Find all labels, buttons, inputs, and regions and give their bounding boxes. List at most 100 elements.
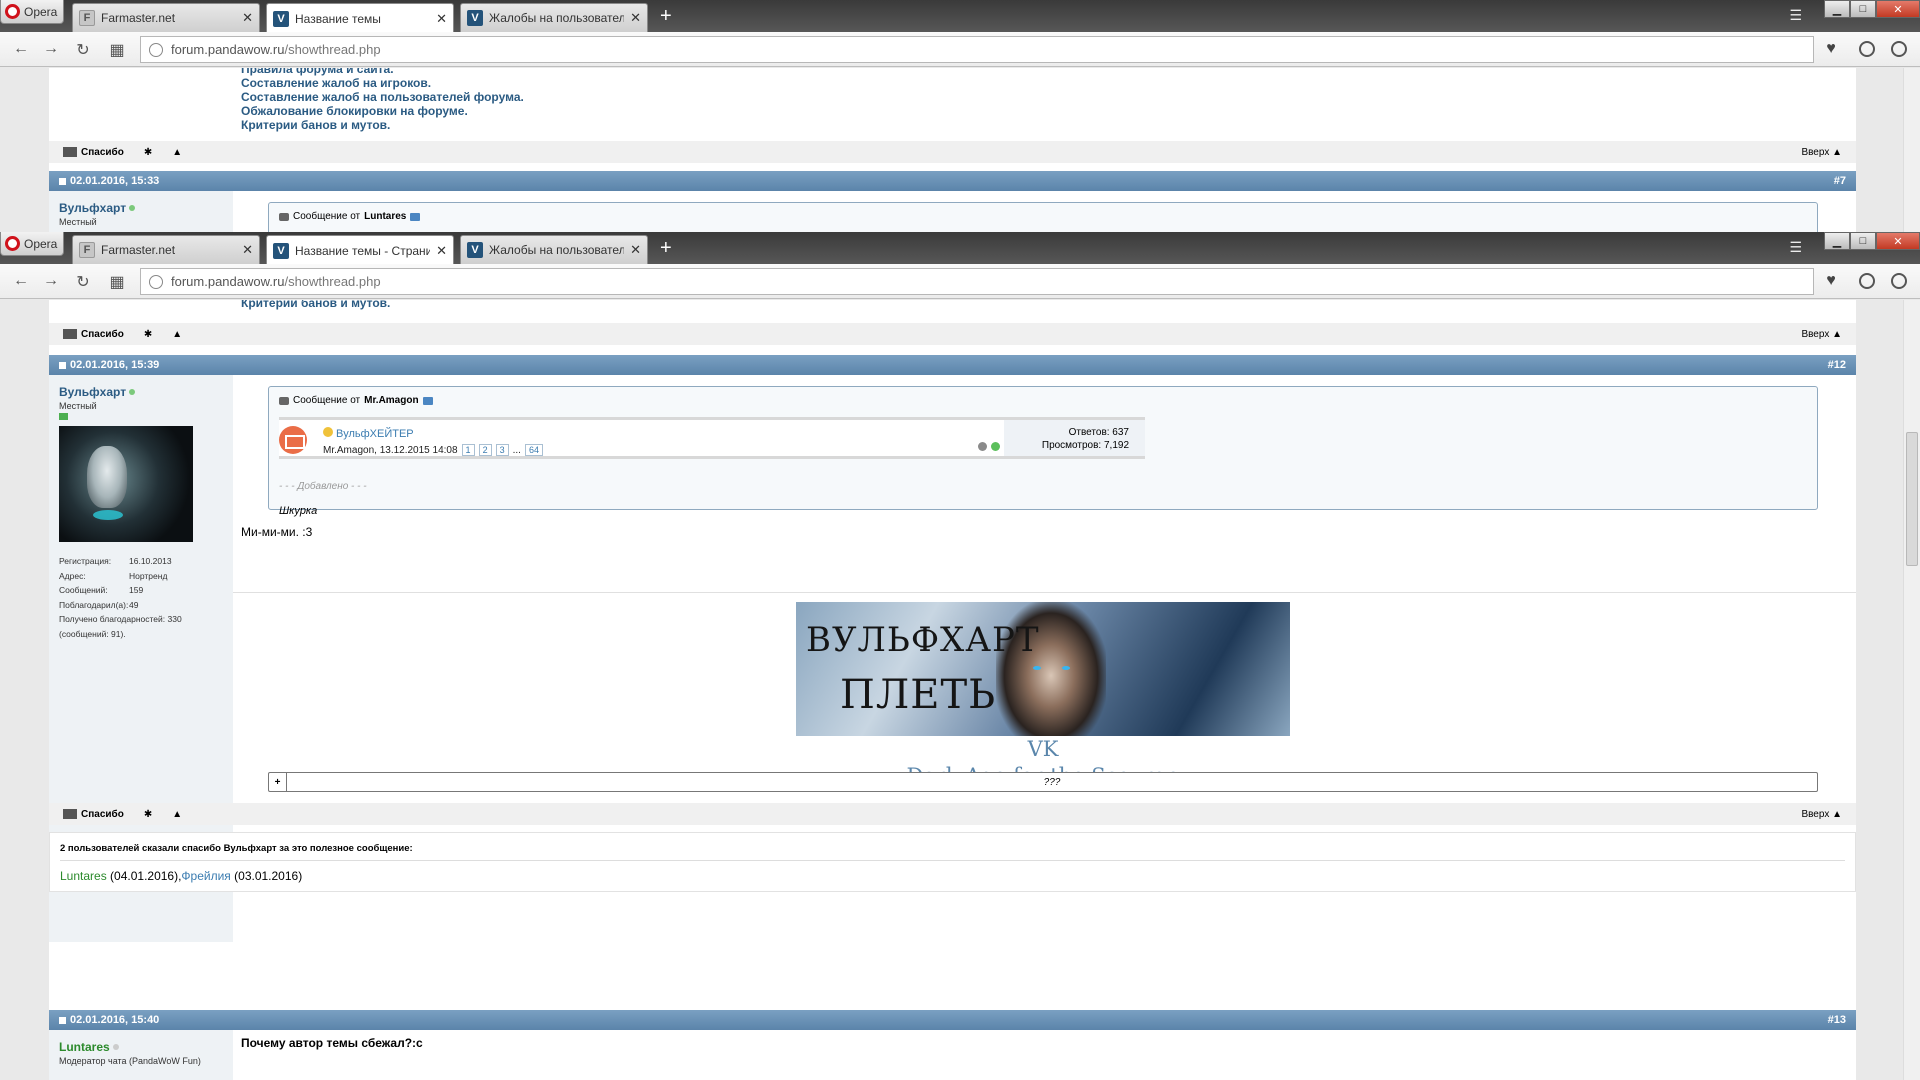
download-icon[interactable] [1856, 270, 1878, 292]
link-rules[interactable]: Правила форума и сайта. [241, 68, 524, 76]
page-link[interactable]: 3 [495, 444, 509, 456]
thanks-user-link[interactable]: Фрейлия [181, 869, 230, 883]
thread-title-link[interactable]: ВульфХЕЙТЕР [336, 428, 414, 440]
back-icon[interactable]: ← [10, 40, 32, 58]
thanks-user-link[interactable]: Luntares [60, 869, 107, 883]
back-icon[interactable]: ← [10, 272, 32, 290]
forum-favicon-icon: V [273, 242, 289, 259]
post-number[interactable]: #12 [1828, 359, 1846, 371]
opera-menu-button[interactable]: Opera [0, 232, 64, 256]
window-controls: ☰ ▁ □ ✕ [1789, 232, 1920, 256]
post-message: Ми-ми-ми. :3 [241, 525, 313, 539]
scrollbar-top[interactable] [1903, 68, 1920, 232]
page-link[interactable]: 64 [524, 444, 543, 456]
username[interactable]: Вульфхарт [59, 201, 126, 215]
minimize-icon[interactable]: ▁ [1824, 0, 1850, 18]
tab-menu-icon[interactable]: ☰ [1789, 239, 1802, 256]
forward-icon[interactable]: → [40, 272, 62, 290]
report-icon[interactable]: ▲ [172, 809, 182, 820]
user-rank: Местный [59, 217, 97, 227]
url-field[interactable]: forum.pandawow.ru/showthread.php [140, 36, 1814, 63]
thanks-icon [63, 329, 77, 339]
tab-thread-active[interactable]: V Название темы ✕ [266, 3, 454, 33]
page-content-top: Правила форума и сайта. Составление жало… [0, 68, 1920, 232]
close-window-icon[interactable]: ✕ [1876, 232, 1920, 250]
download-icon[interactable] [1856, 38, 1878, 60]
speed-dial-icon[interactable]: ▦ [106, 40, 128, 60]
post-number[interactable]: #7 [1834, 175, 1846, 187]
avatar [59, 426, 193, 542]
thanks-header: 2 пользователей сказали спасибо Вульфхар… [60, 843, 1845, 861]
smiley-icon [323, 427, 333, 437]
tab-farmaster[interactable]: F Farmaster.net ✕ [72, 235, 260, 264]
post-header-12: 02.01.2016, 15:39 #12 [49, 355, 1856, 375]
go-top-link[interactable]: Вверх ▲ [1801, 147, 1842, 158]
reputation-icon[interactable]: ✱ [144, 147, 152, 158]
url-field[interactable]: forum.pandawow.ru/showthread.php [140, 268, 1814, 295]
maximize-icon[interactable]: □ [1850, 232, 1876, 250]
tab-menu-icon[interactable]: ☰ [1789, 7, 1802, 24]
link-ban-criteria[interactable]: Критерии банов и мутов. [241, 300, 390, 310]
opera-logo-icon [5, 236, 20, 251]
forward-icon[interactable]: → [40, 40, 62, 58]
tab-farmaster[interactable]: F Farmaster.net ✕ [72, 3, 260, 32]
page-link[interactable]: 1 [461, 444, 475, 456]
url-host: forum.pandawow.ru [171, 42, 285, 57]
post-header-13: 02.01.2016, 15:40 #13 [49, 1010, 1856, 1030]
new-tab-icon[interactable]: + [660, 6, 672, 26]
spoiler-expand-icon[interactable]: + [269, 773, 287, 791]
username[interactable]: Luntares [59, 1040, 110, 1054]
account-icon[interactable] [1888, 38, 1910, 60]
link-ban-criteria[interactable]: Критерии банов и мутов. [241, 118, 524, 132]
thread-stats: Ответов: 637 Просмотров: 7,192 [1004, 420, 1145, 456]
minimize-icon[interactable]: ▁ [1824, 232, 1850, 250]
maximize-icon[interactable]: □ [1850, 0, 1876, 18]
heart-icon[interactable]: ♥ [1820, 38, 1842, 60]
user-rank: Модератор чата (PandaWoW Fun) [59, 1056, 201, 1066]
url-path: /showthread.php [284, 42, 381, 57]
username[interactable]: Вульфхарт [59, 385, 126, 399]
report-icon[interactable]: ▲ [172, 147, 182, 158]
page-link[interactable]: 2 [478, 444, 492, 456]
go-top-link[interactable]: Вверх ▲ [1801, 809, 1842, 820]
speed-dial-icon[interactable]: ▦ [106, 272, 128, 292]
post-number[interactable]: #13 [1828, 1014, 1846, 1026]
forum-favicon-icon: V [467, 10, 483, 26]
view-post-icon[interactable] [422, 396, 433, 405]
link-appeal[interactable]: Обжалование блокировки на форуме. [241, 104, 524, 118]
forum-favicon-icon: V [467, 242, 483, 258]
link-user-complaints[interactable]: Составление жалоб на пользователей форум… [241, 90, 524, 104]
signature-vk-link[interactable]: VK [796, 736, 1290, 763]
reputation-icon[interactable]: ✱ [144, 809, 152, 820]
account-icon[interactable] [1888, 270, 1910, 292]
opera-label: Opera [24, 4, 58, 19]
spoiler-box[interactable]: + ??? [268, 772, 1818, 792]
close-window-icon[interactable]: ✕ [1876, 0, 1920, 18]
reputation-icon[interactable]: ✱ [144, 329, 152, 340]
scrollbar-bottom[interactable] [1903, 300, 1920, 1080]
link-player-complaints[interactable]: Составление жалоб на игроков. [241, 76, 524, 90]
close-tab-icon[interactable]: ✕ [630, 10, 641, 26]
close-tab-icon[interactable]: ✕ [630, 242, 641, 258]
close-tab-icon[interactable]: ✕ [242, 242, 253, 258]
tab-complaints[interactable]: V Жалобы на пользовател ✕ [460, 3, 648, 32]
go-top-link[interactable]: Вверх ▲ [1801, 329, 1842, 340]
tab-thread-active[interactable]: V Название темы - Страни ✕ [266, 235, 454, 265]
report-icon[interactable]: ▲ [172, 329, 182, 340]
thanks-button[interactable]: Спасибо [63, 809, 124, 820]
thanks-button[interactable]: Спасибо [63, 147, 124, 158]
signature: ВУЛЬФХАРТ ПЛЕТЬ VK Dark Age for the Scou… [796, 602, 1290, 790]
thanks-button[interactable]: Спасибо [63, 329, 124, 340]
scroll-thumb[interactable] [1906, 432, 1918, 566]
close-tab-icon[interactable]: ✕ [242, 10, 253, 26]
close-tab-icon[interactable]: ✕ [436, 243, 447, 259]
close-tab-icon[interactable]: ✕ [436, 11, 447, 27]
view-post-icon[interactable] [410, 212, 421, 221]
opera-menu-button[interactable]: Opera [0, 0, 64, 24]
reload-icon[interactable]: ↻ [72, 272, 94, 292]
heart-icon[interactable]: ♥ [1820, 270, 1842, 292]
reload-icon[interactable]: ↻ [72, 40, 94, 60]
new-tab-icon[interactable]: + [660, 238, 672, 258]
globe-icon [149, 274, 163, 289]
tab-complaints[interactable]: V Жалобы на пользовател ✕ [460, 235, 648, 264]
